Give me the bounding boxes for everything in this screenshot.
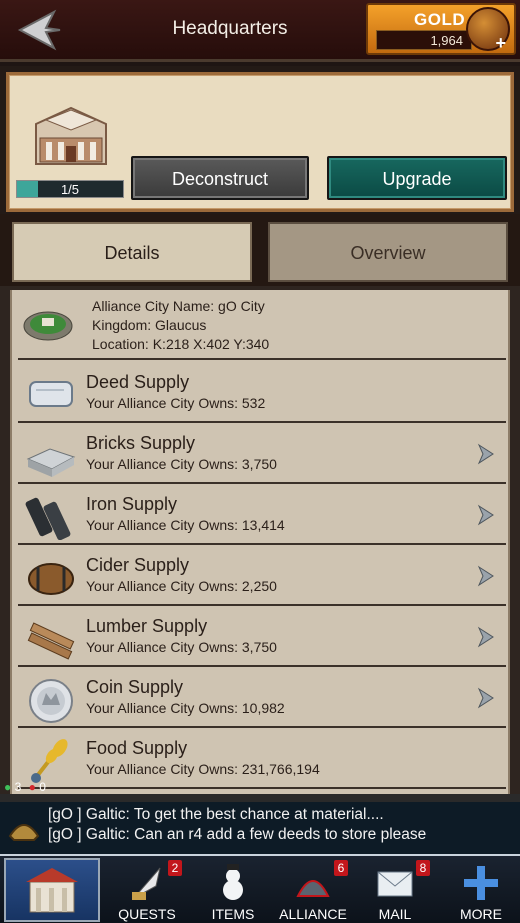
snowman-icon — [223, 864, 243, 900]
chat-message: [gO ] Galtic: Can an r4 add a few deeds … — [48, 826, 427, 843]
chevron-right-icon[interactable] — [476, 687, 496, 709]
city-location: Location: K:218 X:402 Y:340 — [92, 336, 270, 352]
chevron-right-icon[interactable] — [476, 504, 496, 526]
alliance-dome-icon — [296, 880, 330, 897]
supply-owned: Your Alliance City Owns: 231,766,194 — [86, 761, 320, 777]
gold-purchase-button[interactable]: GOLD 1,964 + — [366, 3, 516, 55]
coin-icon — [29, 679, 73, 723]
supply-row[interactable]: Lumber Supply Your Alliance City Owns: 3,… — [18, 606, 506, 667]
alliance-helmet-icon — [8, 824, 40, 841]
online-red-count: 0 — [39, 780, 46, 794]
building-level-bar: 1/5 — [16, 180, 124, 198]
home-castle-icon — [26, 868, 78, 913]
offline-user-icon: ● — [28, 780, 36, 794]
city-kingdom: Kingdom: Glaucus — [92, 317, 207, 333]
wheat-icon — [31, 739, 68, 783]
nav-alliance-button[interactable]: 6 ALLIANCE — [274, 858, 352, 923]
supply-owned: Your Alliance City Owns: 10,982 — [86, 700, 285, 716]
supply-row[interactable]: Cider Supply Your Alliance City Owns: 2,2… — [18, 545, 506, 606]
nav-label: ITEMS — [211, 906, 255, 922]
nav-mail-button[interactable]: 8 MAIL — [356, 858, 434, 923]
nav-home-button[interactable] — [4, 858, 100, 922]
tab-details[interactable]: Details — [12, 222, 252, 282]
supply-owned: Your Alliance City Owns: 3,750 — [86, 639, 277, 655]
notification-badge: 6 — [334, 860, 348, 876]
nav-quests-button[interactable]: 2 QUESTS — [108, 858, 186, 923]
city-name: Alliance City Name: gO City — [92, 298, 265, 314]
alliance-city-icon — [23, 311, 73, 341]
supply-list[interactable]: Alliance City Name: gO City Kingdom: Gla… — [10, 290, 510, 794]
tab-overview[interactable]: Overview — [268, 222, 508, 282]
upgrade-button[interactable]: Upgrade — [327, 156, 507, 200]
quest-quill-icon — [132, 867, 161, 900]
deconstruct-button[interactable]: Deconstruct — [131, 156, 309, 200]
chat-divider — [0, 794, 520, 802]
supply-title: Food Supply — [86, 738, 188, 758]
chevron-right-icon[interactable] — [476, 626, 496, 648]
bricks-icon — [26, 448, 76, 477]
deed-icon — [29, 381, 73, 407]
supply-title: Lumber Supply — [86, 616, 208, 636]
online-user-icon: ● — [4, 780, 12, 794]
chat-bar[interactable]: ● 3 ● 0 [gO ] Galtic: To get the best ch… — [0, 780, 520, 854]
chevron-right-icon[interactable] — [476, 565, 496, 587]
nav-label: QUESTS — [118, 906, 176, 922]
nav-more-button[interactable]: MORE — [442, 858, 520, 923]
supply-owned: Your Alliance City Owns: 13,414 — [86, 517, 285, 533]
chevron-right-icon[interactable] — [476, 443, 496, 465]
supply-row[interactable]: Coin Supply Your Alliance City Owns: 10,9… — [18, 667, 506, 728]
supply-title: Coin Supply — [86, 677, 184, 697]
top-bar: Headquarters GOLD 1,964 + — [0, 0, 520, 62]
lumber-icon — [27, 622, 75, 660]
nav-label: MORE — [460, 906, 502, 922]
notification-badge: 8 — [416, 860, 430, 876]
back-button[interactable] — [14, 8, 66, 52]
supply-title: Bricks Supply — [86, 433, 196, 453]
supply-owned: Your Alliance City Owns: 3,750 — [86, 456, 277, 472]
plus-icon — [464, 866, 498, 900]
plus-icon: + — [495, 33, 506, 53]
alliance-city-info: Alliance City Name: gO City Kingdom: Gla… — [18, 290, 506, 360]
gold-label: GOLD — [414, 10, 466, 29]
supply-row: Deed Supply Your Alliance City Owns: 532 — [18, 362, 506, 423]
mail-icon — [377, 871, 413, 897]
iron-icon — [25, 497, 71, 540]
supply-row[interactable]: Iron Supply Your Alliance City Owns: 13,4… — [18, 484, 506, 545]
gold-amount: 1,964 — [376, 30, 472, 50]
chat-message: [gO ] Galtic: To get the best chance at … — [48, 806, 384, 823]
supply-owned: Your Alliance City Owns: 2,250 — [86, 578, 277, 594]
supply-row: Food Supply Your Alliance City Owns: 231,… — [18, 728, 506, 789]
bottom-nav: 2 QUESTS ITEMS 6 ALLIANCE 8 MAIL MORE — [0, 854, 520, 923]
supply-title: Cider Supply — [86, 555, 190, 575]
page-title: Headquarters — [172, 18, 288, 39]
nav-items-button[interactable]: ITEMS — [194, 858, 272, 923]
supply-row[interactable]: Bricks Supply Your Alliance City Owns: 3,… — [18, 423, 506, 484]
cider-barrel-icon — [28, 563, 74, 595]
nav-label: ALLIANCE — [279, 906, 347, 922]
headquarters-building-icon — [35, 106, 107, 165]
supply-title: Deed Supply — [86, 372, 190, 392]
online-indicator: ● 3 ● 0 — [4, 780, 46, 794]
notification-badge: 2 — [168, 860, 182, 876]
nav-label: MAIL — [378, 906, 412, 922]
supply-title: Iron Supply — [86, 494, 178, 514]
supply-owned: Your Alliance City Owns: 532 — [86, 395, 266, 411]
back-arrow-icon — [17, 9, 61, 51]
online-green-count: 3 — [14, 780, 22, 794]
level-text: 1/5 — [60, 182, 80, 197]
